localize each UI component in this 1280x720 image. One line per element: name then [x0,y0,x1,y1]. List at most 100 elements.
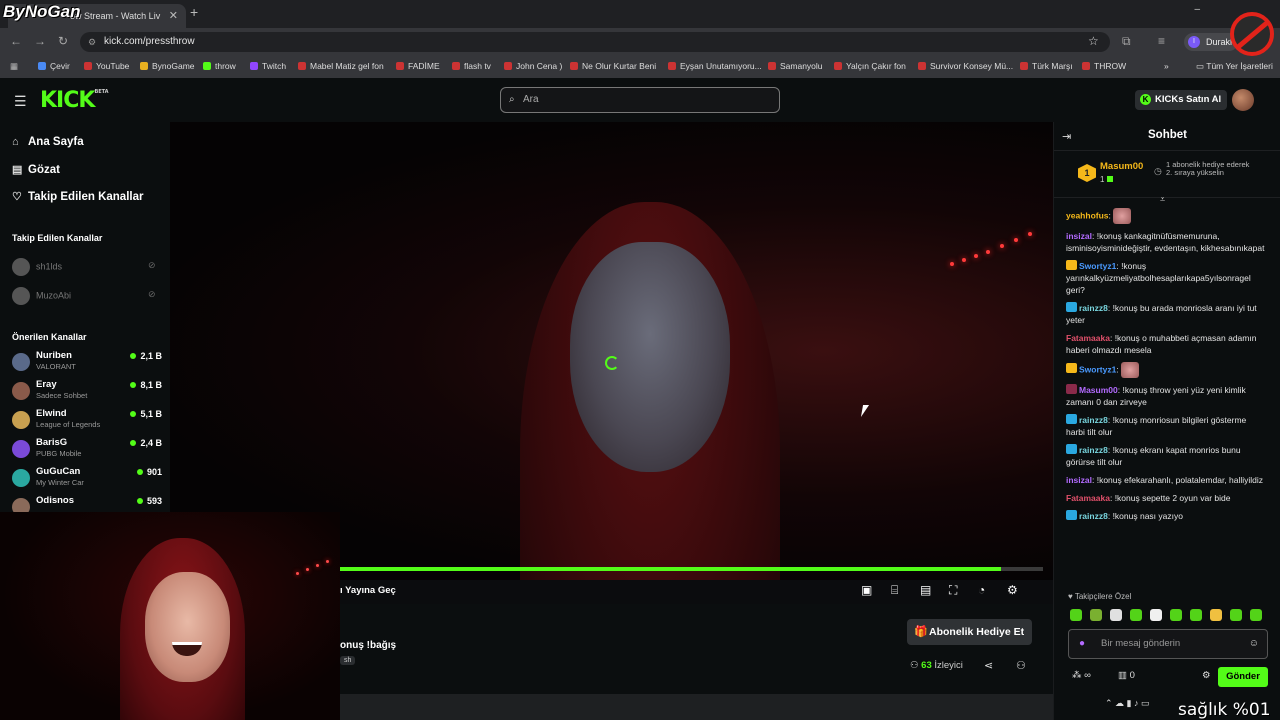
left-sidebar: ⌂ Ana Sayfa ▤ Gözat ♡ Takip Edilen Kanallar… [0,122,170,512]
settings-icon[interactable]: ⚙ [1007,583,1018,597]
chat-username[interactable]: Swortyz1 [1079,261,1116,271]
bookmark-item[interactable]: John Cena ) [504,61,562,71]
recommended-channel[interactable]: Nuriben VALORANT 2,1 B [12,350,162,376]
recommended-channel[interactable]: Eray Sadece Sohbet 8,1 B [12,379,162,405]
chat-username[interactable]: insizal [1066,475,1092,485]
emote-icon[interactable] [1070,609,1082,621]
chat-username[interactable]: Swortyz1 [1079,364,1116,374]
chat-username[interactable]: insizal [1066,231,1092,241]
share-icon[interactable]: ⋖ [984,659,993,672]
nav-home[interactable]: ⌂ Ana Sayfa [12,136,84,148]
category-tag[interactable]: sh [340,656,356,665]
chat-message-input[interactable]: ● Bir mesaj gönderin ☺ [1068,629,1268,659]
bookmark-item[interactable]: THROW [1082,61,1126,71]
bookmark-item[interactable]: flash tv [452,61,491,71]
buy-kicks-button[interactable]: K KICKs Satın Al [1135,90,1228,110]
user-avatar[interactable] [1232,89,1254,111]
close-tab-icon[interactable]: ✕ [169,4,178,28]
bookmark-item[interactable]: YouTube [84,61,129,71]
recommended-channel[interactable]: BarisG PUBG Mobile 2,4 B [12,437,162,463]
emoji-icon[interactable]: ☺ [1249,630,1259,658]
pip-icon[interactable]: ▤ [920,583,931,597]
progress-bar[interactable] [340,567,1043,571]
clip-icon[interactable]: ◔ [978,583,985,597]
reload-icon[interactable]: ↻ [58,34,68,48]
go-live-button[interactable]: ı Yayına Geç [340,585,396,596]
emote-icon[interactable] [1150,609,1162,621]
followed-channel[interactable]: MuzoAbi ⊘ [12,287,162,305]
bookmarks-more[interactable]: » [1164,61,1169,71]
fullscreen-icon[interactable]: ⛶ [949,583,957,598]
theater-icon[interactable]: ⌸ [891,583,898,598]
system-tray: ⌃ ☁ ▮ ♪ ▭ [1105,698,1150,708]
emote-icon[interactable] [1170,609,1182,621]
bookmark-item[interactable]: BynoGame [140,61,195,71]
badge-icon [1066,363,1077,374]
media-icon[interactable]: ≡ [1158,34,1165,48]
chat-username[interactable]: rainzz8 [1079,511,1108,521]
video-frame-face [570,242,730,472]
chat-username[interactable]: yeahhofus [1066,210,1109,220]
send-button[interactable]: Gönder [1218,667,1268,687]
bookmark-item[interactable]: Samanyolu [768,61,823,71]
bookmark-item[interactable]: throw [203,61,236,71]
emote-icon[interactable] [1190,609,1202,621]
nav-following[interactable]: ♡ Takip Edilen Kanallar [12,190,143,203]
emote-icon[interactable] [1130,609,1142,621]
emote-icon[interactable] [1210,609,1222,621]
loading-spinner-icon [605,356,619,370]
chat-username[interactable]: Masum00 [1079,385,1118,395]
chat-text: !konuş kankagitnüfüsmemuruna, isminisoyi… [1066,231,1265,253]
follow-icon[interactable]: ⚇ [1016,659,1026,672]
nav-browse[interactable]: ▤ Gözat [12,163,60,176]
emote-icon[interactable] [1090,609,1102,621]
emote-icon[interactable] [1110,609,1122,621]
chat-username[interactable]: rainzz8 [1079,415,1108,425]
search-icon: ⌕ [509,94,515,105]
kick-logo[interactable]: KICKBETA [40,88,109,113]
bookmark-item[interactable]: Eyşan Unutamıyoru... [668,61,762,71]
microphone-icon[interactable]: ● [1079,630,1085,658]
chat-username[interactable]: Fatamaaka [1066,333,1110,343]
gift-sub-button[interactable]: 🎁 Abonelik Hediye Et [907,619,1033,645]
apps-icon[interactable]: ▦ [10,61,18,72]
chat-username[interactable]: Fatamaaka [1066,493,1110,503]
extensions-icon[interactable]: ⧉ [1122,34,1131,49]
url-bar[interactable]: ⚙ kick.com/pressthrow [80,32,1110,52]
miniplayer-icon[interactable]: ▣ [861,583,872,597]
chat-message: yeahhofus: [1066,208,1266,224]
recommended-channel[interactable]: Elwind League of Legends 5,1 B [12,408,162,434]
pinned-leaderboard[interactable]: 1 Masum00 1 ◷ 1 abonelik hediye ederek 2… [1054,150,1280,198]
bookmark-item[interactable]: Çevir [38,61,70,71]
site-info-icon[interactable]: ⚙ [88,32,96,52]
chat-username[interactable]: rainzz8 [1079,445,1108,455]
recommended-channel[interactable]: GuGuCan My Winter Car 901 [12,466,162,492]
bookmark-item[interactable]: Ne Olur Kurtar Beni [570,61,656,71]
bookmark-item[interactable]: Türk Marşı [1020,61,1073,71]
bookmark-item[interactable]: FADİME [396,61,440,71]
bookmark-item[interactable]: Twitch [250,61,286,71]
window-controls[interactable]: – [1194,4,1220,15]
forward-icon[interactable]: → [34,34,46,48]
emote-icon[interactable] [1230,609,1242,621]
points-icon[interactable]: ⁂ ∞ [1072,670,1091,681]
bookmark-item[interactable]: Mabel Matiz gel fon [298,61,384,71]
chevron-down-icon[interactable]: ⩡ [1160,194,1165,205]
search-input[interactable]: ⌕ Ara [500,87,780,113]
chest-icon[interactable]: ▥ 0 [1118,670,1135,681]
bookmark-item[interactable]: Survivor Konsey Mü... [918,61,1013,71]
chat-settings-icon[interactable]: ⚙ [1202,670,1211,681]
all-bookmarks[interactable]: ▭ Tüm Yer İşaretleri [1196,61,1273,72]
player-controls: ı Yayına Geç ▣ ⌸ ▤ ⛶ ◔ ⚙ [340,580,1053,604]
followed-channel[interactable]: sh1lds ⊘ [12,258,162,276]
menu-icon[interactable]: ☰ [14,93,27,110]
bottom-strip [340,694,1053,720]
badge-icon [1066,384,1077,394]
chat-username[interactable]: rainzz8 [1079,303,1108,313]
new-tab-icon[interactable]: + [190,4,198,20]
bookmark-star-icon[interactable]: ☆ [1088,34,1099,48]
bookmark-item[interactable]: Yalçın Çakır fon [834,61,906,71]
back-icon[interactable]: ← [10,34,22,48]
recommended-channel[interactable]: Odisnos 593 [12,495,162,512]
emote-icon[interactable] [1250,609,1262,621]
